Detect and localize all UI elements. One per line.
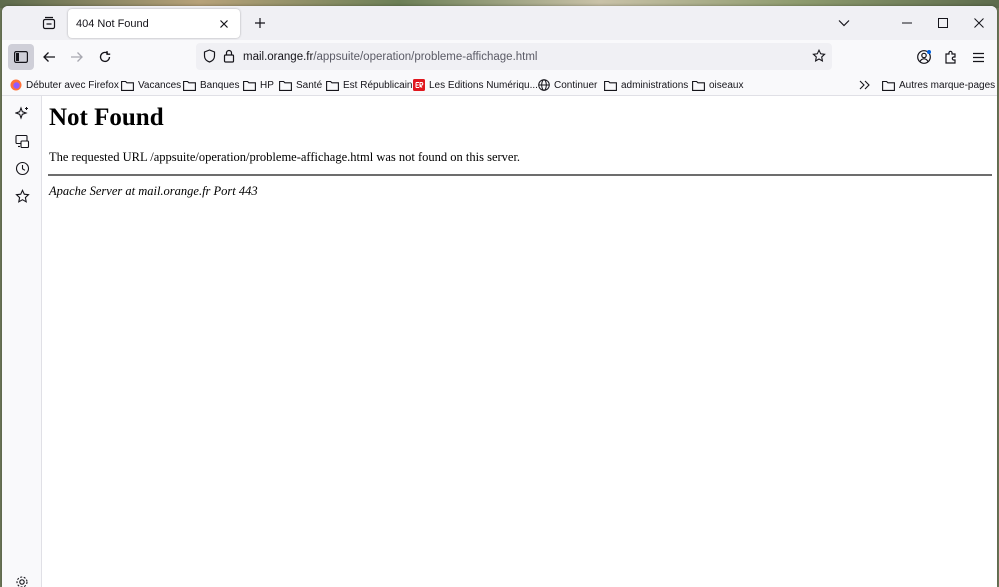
url-text[interactable]: mail.orange.fr/appsuite/operation/proble… — [243, 51, 538, 63]
minimize-button[interactable] — [889, 6, 925, 40]
bookmark-folder[interactable]: Est Républicain — [326, 77, 412, 93]
bookmark-folder[interactable]: Vacances — [121, 77, 181, 93]
maximize-button[interactable] — [925, 6, 961, 40]
tab-active[interactable]: 404 Not Found — [68, 9, 240, 38]
firefox-view-icon — [42, 16, 56, 30]
tab-close-button[interactable] — [216, 16, 232, 32]
plus-icon — [255, 18, 265, 28]
synced-tabs-icon — [14, 134, 29, 148]
arrow-right-icon — [71, 52, 83, 62]
ai-chatbot-button[interactable] — [13, 104, 31, 122]
bookmark-star-button[interactable] — [812, 48, 826, 66]
folder-icon — [692, 80, 705, 91]
error-message: The requested URL /appsuite/operation/pr… — [49, 150, 521, 164]
synced-tabs-button[interactable] — [13, 132, 31, 150]
hamburger-menu-icon — [972, 52, 984, 62]
history-button[interactable] — [13, 159, 31, 177]
reload-button[interactable] — [92, 44, 118, 70]
new-tab-button[interactable] — [248, 11, 272, 35]
bookmark-item[interactable]: Continuer — [538, 77, 597, 93]
bookmark-label: HP — [260, 79, 274, 91]
sidebar-toggle-button[interactable] — [8, 44, 34, 70]
extensions-button[interactable] — [938, 44, 964, 70]
divider — [48, 174, 992, 176]
star-icon — [14, 188, 30, 203]
window-controls — [889, 6, 997, 40]
firefox-view-button[interactable] — [34, 10, 64, 36]
lock-icon[interactable] — [223, 49, 235, 66]
bookmark-label: Débuter avec Firefox — [26, 79, 119, 91]
account-button[interactable] — [911, 44, 937, 70]
chevron-down-icon — [838, 20, 850, 27]
bookmark-item[interactable]: Les Editions Numériqu... — [413, 77, 538, 93]
star-icon — [812, 48, 826, 62]
sidebar-settings-button[interactable] — [13, 573, 31, 587]
clock-icon — [15, 161, 29, 175]
list-all-tabs-button[interactable] — [832, 11, 856, 35]
tracking-protection-shield-icon[interactable] — [203, 49, 216, 66]
folder-icon — [882, 80, 895, 91]
puzzle-icon — [944, 50, 956, 64]
gear-icon — [16, 576, 28, 587]
bookmark-label: administrations — [621, 79, 689, 91]
bookmarks-overflow-button[interactable] — [859, 77, 875, 93]
close-icon — [220, 19, 228, 28]
bookmark-label: Est Républicain — [343, 79, 413, 91]
other-bookmarks-folder[interactable]: Autres marque-pages — [882, 77, 995, 93]
tab-bar: 404 Not Found — [2, 6, 997, 40]
tab-title: 404 Not Found — [76, 17, 149, 30]
bookmark-folder[interactable]: administrations — [604, 77, 688, 93]
url-path: /appsuite/operation/probleme-affichage.h… — [313, 50, 538, 63]
sparkle-icon — [14, 105, 28, 120]
minimize-icon — [902, 22, 912, 24]
bookmark-item[interactable]: Débuter avec Firefox — [10, 77, 119, 93]
bookmark-label: Autres marque-pages — [899, 79, 996, 91]
app-menu-button[interactable] — [965, 44, 991, 70]
bookmark-folder[interactable]: HP — [243, 77, 274, 93]
bookmarks-sidebar-button[interactable] — [13, 187, 31, 205]
bookmark-label: Les Editions Numériqu... — [429, 79, 538, 91]
browser-window: 404 Not Found mail.orange.fr/appsuite/op… — [2, 6, 997, 587]
arrow-left-icon — [43, 52, 55, 62]
bookmark-label: Santé — [296, 79, 323, 91]
close-window-button[interactable] — [961, 6, 997, 40]
folder-icon — [326, 80, 339, 91]
er-site-icon — [413, 79, 425, 91]
bookmark-label: Vacances — [138, 79, 182, 91]
folder-icon — [279, 80, 292, 91]
folder-icon — [243, 80, 256, 91]
page-title: Not Found — [49, 104, 164, 131]
server-signature: Apache Server at mail.orange.fr Port 443 — [49, 184, 258, 198]
double-chevron-right-icon — [859, 80, 870, 90]
navigation-toolbar: mail.orange.fr/appsuite/operation/proble… — [2, 40, 997, 74]
bookmark-label: Banques — [200, 79, 240, 91]
folder-icon — [121, 80, 134, 91]
bookmark-label: Continuer — [554, 79, 598, 91]
forward-button[interactable] — [64, 44, 90, 70]
bookmark-folder[interactable]: oiseaux — [692, 77, 743, 93]
globe-icon — [538, 79, 550, 91]
back-button[interactable] — [36, 44, 62, 70]
bookmark-label: oiseaux — [709, 79, 744, 91]
sidebar-icon — [14, 51, 28, 63]
reload-icon — [99, 51, 111, 63]
address-bar[interactable]: mail.orange.fr/appsuite/operation/proble… — [196, 43, 832, 70]
close-icon — [974, 18, 984, 28]
folder-icon — [604, 80, 617, 91]
page-content: Not Found The requested URL /appsuite/op… — [43, 96, 997, 587]
account-icon — [917, 50, 931, 64]
firefox-icon — [10, 79, 22, 91]
url-host: mail.orange.fr — [243, 50, 314, 63]
sidebar — [2, 96, 42, 587]
maximize-icon — [938, 18, 948, 28]
bookmarks-toolbar: Débuter avec Firefox Vacances Banques HP… — [2, 74, 997, 96]
bookmark-folder[interactable]: Santé — [279, 77, 322, 93]
folder-icon — [183, 80, 196, 91]
bookmark-folder[interactable]: Banques — [183, 77, 239, 93]
